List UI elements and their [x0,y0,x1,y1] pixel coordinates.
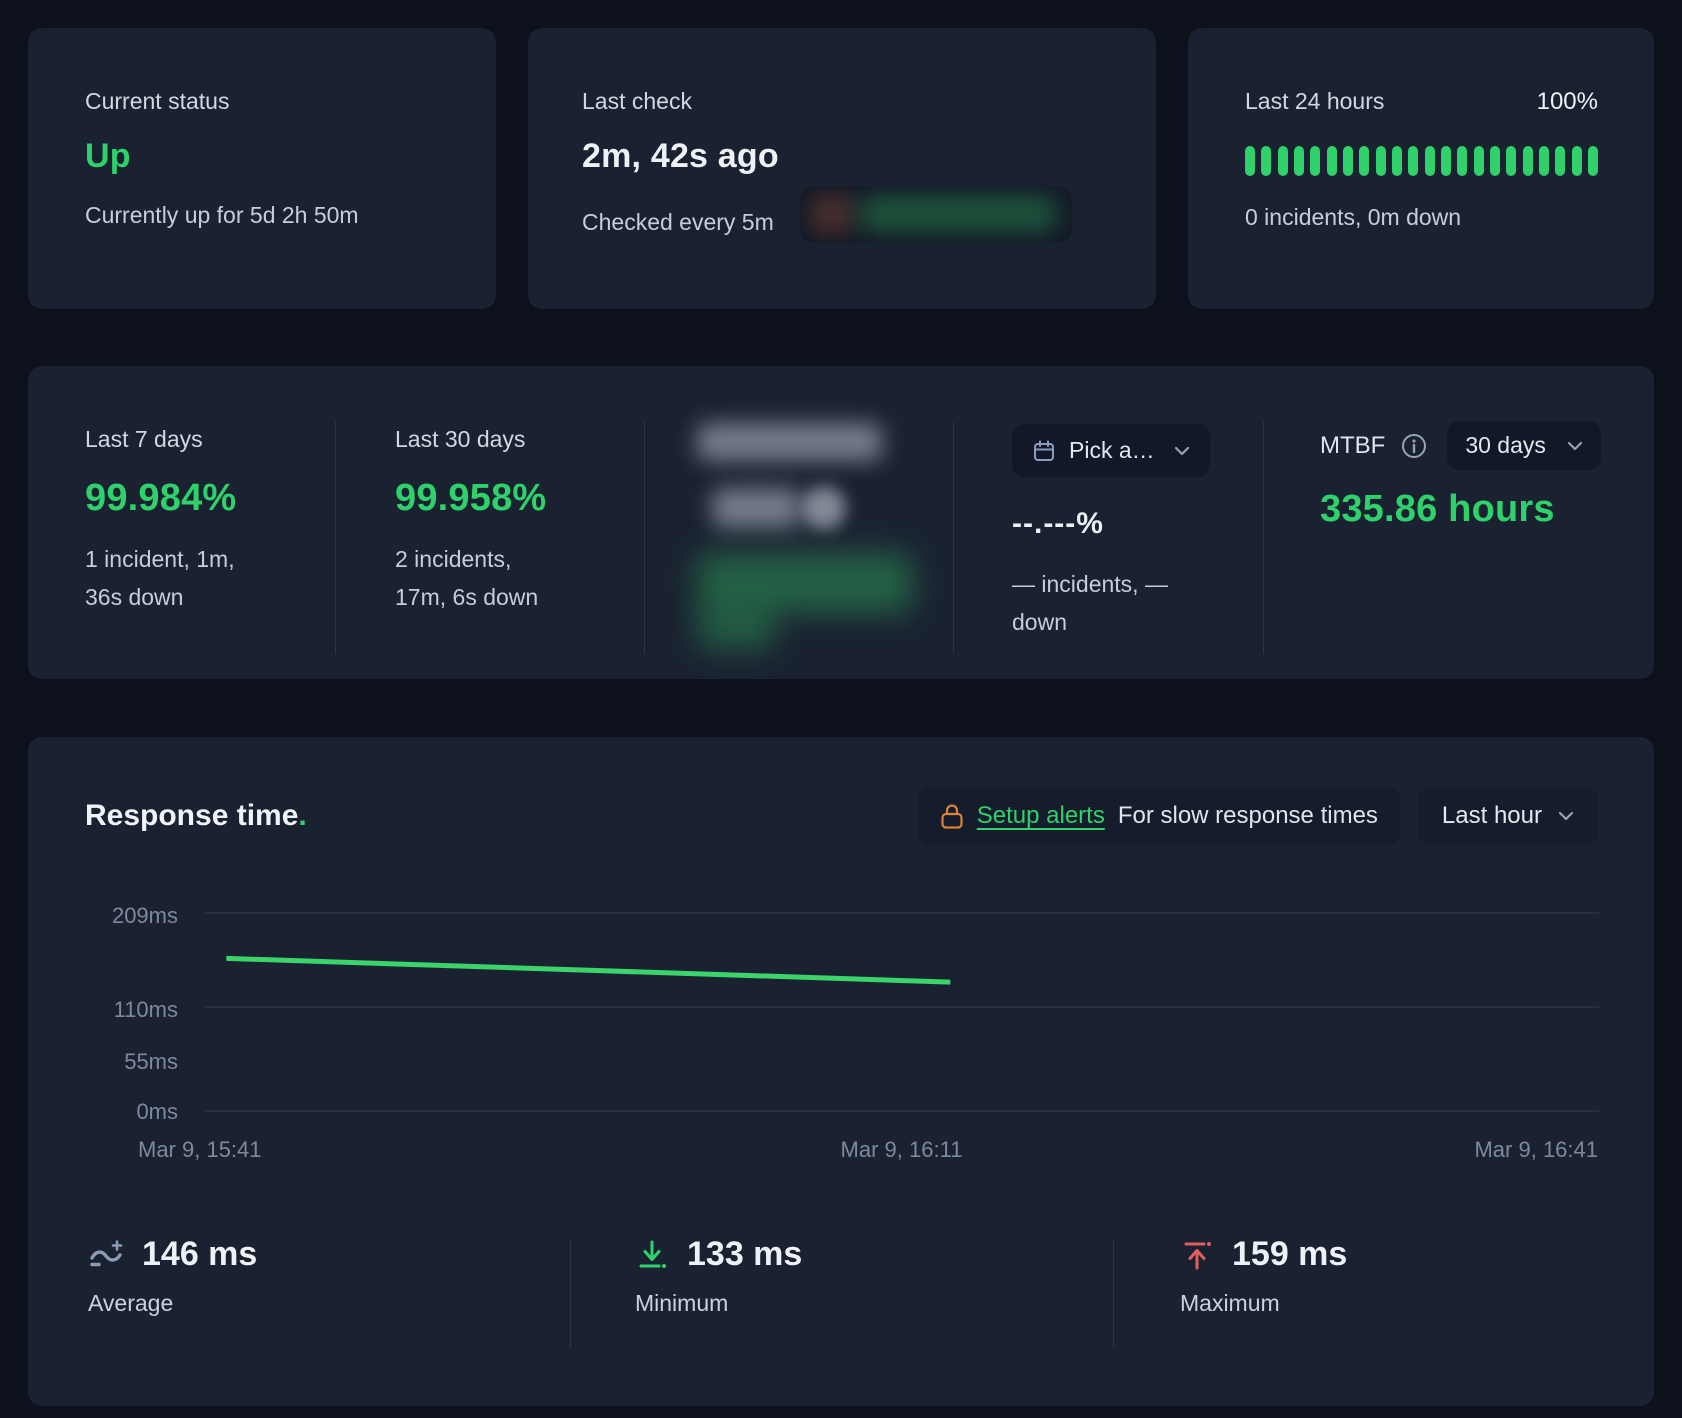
mtbf-range-value: 30 days [1465,432,1546,459]
top-cards-row: Current status Up Currently up for 5d 2h… [28,28,1654,309]
redacted-monitor-badge [800,186,1072,243]
uptime-bar [1539,146,1549,176]
uptime-bar [1555,146,1565,176]
chevron-down-icon [1174,446,1190,456]
average-label: Average [88,1290,570,1317]
uptime-bar [1294,146,1304,176]
redacted-blob [802,486,846,530]
last-7-days-label: Last 7 days [85,426,236,453]
minimum-label: Minimum [635,1290,1113,1317]
maximum-icon [1180,1238,1214,1272]
uptime-dashboard: Current status Up Currently up for 5d 2h… [0,0,1682,1418]
average-icon [88,1237,124,1273]
uptime-bar [1278,146,1288,176]
uptime-bar [1588,146,1598,176]
redacted-blob [697,553,912,613]
last-24-hours-label: Last 24 hours [1245,88,1384,115]
info-icon[interactable] [1401,433,1427,459]
uptime-bar [1408,146,1418,176]
uptime-bar [1490,146,1500,176]
uptime-bar [1359,146,1369,176]
uptime-bars [1245,146,1598,176]
last-check-label: Last check [582,88,1102,115]
last-7-days-incidents: 1 incident, 1m, 36s down [85,540,236,616]
uptime-bar [1474,146,1484,176]
redacted-blob [810,194,854,234]
incidents-line: — incidents, — [1012,571,1168,597]
last-30-days-incidents: 2 incidents, 17m, 6s down [395,540,546,616]
uptime-bar [1457,146,1467,176]
last-24-hours-card: Last 24 hours 100% 0 incidents, 0m down [1188,28,1654,309]
current-status-card: Current status Up Currently up for 5d 2h… [28,28,496,309]
current-status-value: Up [85,137,440,176]
average-stat: 146 ms Average [28,1235,570,1317]
calendar-icon [1032,439,1056,463]
incidents-line: 2 incidents, [395,546,511,572]
response-time-card: Response time. Setup alerts For slow res… [28,737,1654,1406]
redacted-blob [712,488,800,528]
maximum-value: 159 ms [1232,1235,1347,1274]
pick-a-date-label: Pick a… [1069,437,1155,464]
uptime-bar [1261,146,1271,176]
mtbf-header: MTBF 30 days [1320,421,1601,470]
x-tick: Mar 9, 16:11 [204,1137,1599,1163]
divider [1263,422,1264,654]
divider [335,422,336,654]
last-7-days-value: 99.984% [85,477,236,520]
last-30-days-label: Last 30 days [395,426,546,453]
mtbf-value: 335.86 hours [1320,488,1601,531]
redacted-blob [860,196,1056,232]
average-value: 146 ms [142,1235,257,1274]
uptime-bar [1376,146,1386,176]
x-tick: Mar 9, 16:41 [1474,1137,1598,1163]
custom-range-incidents: — incidents, — down [1012,565,1210,641]
uptime-bar [1572,146,1582,176]
check-frequency-text: Checked every 5m [582,209,774,236]
response-stats-row: 146 ms Average 133 ms Minimum [28,1235,1654,1317]
divider [953,422,954,654]
last-24-hours-header: Last 24 hours 100% [1245,88,1598,116]
uptime-bar [1245,146,1255,176]
chevron-down-icon [1567,441,1583,451]
incidents-24h-text: 0 incidents, 0m down [1245,204,1598,231]
last-check-card: Last check 2m, 42s ago Checked every 5m [528,28,1156,309]
last-30-days-section: Last 30 days 99.958% 2 incidents, 17m, 6… [395,426,546,616]
check-frequency-row: Checked every 5m [582,202,1102,243]
last-check-value: 2m, 42s ago [582,137,1102,176]
last-7-days-section: Last 7 days 99.984% 1 incident, 1m, 36s … [85,426,236,616]
downtime-line: 17m, 6s down [395,584,538,610]
uptime-percent-24h: 100% [1537,88,1598,116]
availability-band: Last 7 days 99.984% 1 incident, 1m, 36s … [28,366,1654,679]
uptime-bar [1523,146,1533,176]
redacted-blob [697,423,882,461]
uptime-bar [1392,146,1402,176]
maximum-label: Maximum [1180,1290,1654,1317]
minimum-value: 133 ms [687,1235,802,1274]
divider [644,422,645,654]
downtime-line: down [1012,609,1067,635]
uptime-bar [1425,146,1435,176]
uptime-bar [1310,146,1320,176]
mtbf-range-dropdown[interactable]: 30 days [1447,421,1601,470]
pick-a-date-button[interactable]: Pick a… [1012,424,1210,477]
uptime-bar [1327,146,1337,176]
incidents-line: 1 incident, 1m, [85,546,235,572]
custom-range-section: Pick a… --.---% — incidents, — down [1012,424,1210,641]
custom-range-value: --.---% [1012,507,1210,541]
maximum-stat: 159 ms Maximum [1113,1235,1654,1317]
last-30-days-value: 99.958% [395,477,546,520]
uptime-bar [1343,146,1353,176]
current-uptime-text: Currently up for 5d 2h 50m [85,202,440,229]
current-status-label: Current status [85,88,440,115]
minimum-icon [635,1238,669,1272]
redacted-blob [697,609,775,649]
redacted-section [697,366,953,679]
downtime-line: 36s down [85,584,183,610]
mtbf-label: MTBF [1320,432,1385,460]
uptime-bar [1441,146,1451,176]
minimum-stat: 133 ms Minimum [570,1235,1113,1317]
uptime-bar [1506,146,1516,176]
mtbf-section: MTBF 30 days 335.86 hours [1320,421,1601,531]
